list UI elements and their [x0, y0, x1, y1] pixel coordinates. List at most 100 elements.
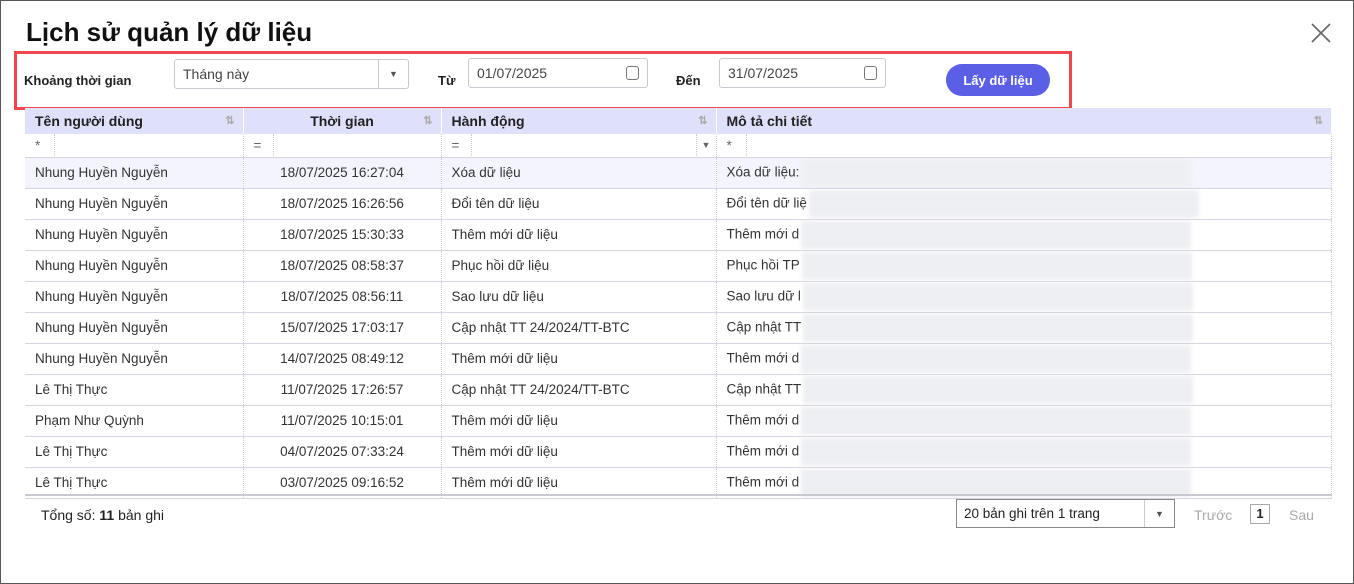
cell-description: Phục hồi TP	[716, 250, 1332, 282]
filter-input[interactable]	[747, 134, 1331, 156]
description-text: Thêm mới d	[726, 443, 800, 459]
chevron-down-icon[interactable]: ▼	[378, 60, 408, 88]
calendar-icon[interactable]	[626, 66, 639, 80]
history-table: Tên người dùng ⇅ Thời gian ⇅ Hành động ⇅ Mô…	[25, 108, 1332, 499]
cell-user: Nhung Huyền Nguyễn	[25, 281, 244, 313]
cell-time: 18/07/2025 15:30:33	[243, 219, 442, 251]
total-number: 11	[99, 507, 115, 523]
table-row[interactable]: Nhung Huyền Nguyễn 14/07/2025 08:49:12 T…	[25, 343, 1332, 375]
cell-description: Cập nhật TT	[716, 312, 1332, 344]
cell-action: Cập nhật TT 24/2024/TT-BTC	[441, 374, 717, 406]
description-text: Thêm mới d	[726, 226, 800, 242]
prev-page-button[interactable]: Trước	[1194, 507, 1232, 523]
cell-time: 18/07/2025 08:56:11	[243, 281, 442, 313]
filter-action[interactable]: = ▼	[441, 134, 717, 158]
cell-time: 18/07/2025 08:58:37	[243, 250, 442, 282]
table-row[interactable]: Nhung Huyền Nguyễn 18/07/2025 15:30:33 T…	[25, 219, 1332, 251]
table-row[interactable]: Lê Thị Thực 11/07/2025 17:26:57 Cập nhật…	[25, 374, 1332, 406]
description-text: Cập nhật TT	[726, 381, 802, 397]
cell-description: Cập nhật TT	[716, 374, 1332, 406]
from-label: Từ	[438, 73, 456, 88]
column-header-user[interactable]: Tên người dùng ⇅	[25, 108, 244, 134]
range-label: Khoảng thời gian	[24, 73, 132, 88]
table-row[interactable]: Phạm Như Quỳnh 11/07/2025 10:15:01 Thêm …	[25, 405, 1332, 437]
from-date-value: 01/07/2025	[477, 65, 548, 81]
cell-user: Nhung Huyền Nguyễn	[25, 157, 244, 189]
cell-action: Cập nhật TT 24/2024/TT-BTC	[441, 312, 717, 344]
cell-action: Thêm mới dữ liệu	[441, 436, 717, 468]
cell-action: Sao lưu dữ liệu	[441, 281, 717, 313]
filter-operator[interactable]: =	[244, 134, 274, 156]
cell-user: Phạm Như Quỳnh	[25, 405, 244, 437]
cell-time: 11/07/2025 17:26:57	[243, 374, 442, 406]
cell-user: Lê Thị Thực	[25, 436, 244, 468]
sort-icon[interactable]: ⇅	[423, 114, 432, 127]
cell-user: Nhung Huyền Nguyễn	[25, 219, 244, 251]
table-row[interactable]: Nhung Huyền Nguyễn 18/07/2025 16:27:04 X…	[25, 157, 1332, 189]
cell-time: 14/07/2025 08:49:12	[243, 343, 442, 375]
header-label: Tên người dùng	[35, 113, 143, 129]
cell-description: Thêm mới d	[716, 343, 1332, 375]
header-label: Hành động	[451, 113, 525, 129]
page-number-button[interactable]: 1	[1250, 504, 1270, 524]
table-row[interactable]: Lê Thị Thực 04/07/2025 07:33:24 Thêm mới…	[25, 436, 1332, 468]
cell-action: Xóa dữ liệu	[441, 157, 717, 189]
filter-input[interactable]	[55, 134, 242, 156]
total-count: Tổng số: 11 bản ghi	[41, 507, 164, 523]
close-icon[interactable]	[1309, 21, 1333, 45]
filter-description[interactable]: *	[716, 134, 1332, 158]
fetch-data-button[interactable]: Lấy dữ liệu	[946, 64, 1050, 96]
filter-user[interactable]: *	[25, 134, 244, 158]
filter-operator[interactable]: =	[442, 134, 472, 156]
cell-description: Thêm mới d	[716, 405, 1332, 437]
cell-description: Xóa dữ liệu:	[716, 157, 1332, 189]
column-header-description[interactable]: Mô tả chi tiết ⇅	[716, 108, 1332, 134]
next-page-button[interactable]: Sau	[1289, 507, 1314, 523]
cell-user: Nhung Huyền Nguyễn	[25, 188, 244, 220]
column-header-action[interactable]: Hành động ⇅	[441, 108, 717, 134]
range-select[interactable]: Tháng này ▼	[174, 59, 409, 89]
description-text: Đổi tên dữ liệ	[726, 195, 807, 211]
redacted-text	[803, 375, 1194, 404]
page-size-select[interactable]: 20 bản ghi trên 1 trang ▼	[956, 499, 1175, 528]
total-suffix: bản ghi	[118, 507, 165, 523]
description-text: Thêm mới d	[726, 350, 800, 366]
divider	[25, 494, 1332, 496]
page-size-value: 20 bản ghi trên 1 trang	[964, 506, 1100, 521]
column-header-time[interactable]: Thời gian ⇅	[243, 108, 442, 134]
total-prefix: Tổng số:	[41, 507, 96, 523]
cell-time: 18/07/2025 16:26:56	[243, 188, 442, 220]
calendar-icon[interactable]	[864, 66, 877, 80]
redacted-text	[801, 468, 1192, 497]
cell-description: Đổi tên dữ liệ	[716, 188, 1332, 220]
chevron-down-icon[interactable]: ▼	[1144, 500, 1174, 527]
cell-action: Thêm mới dữ liệu	[441, 405, 717, 437]
filter-input[interactable]	[274, 134, 441, 156]
cell-action: Thêm mới dữ liệu	[441, 219, 717, 251]
table-row[interactable]: Nhung Huyền Nguyễn 18/07/2025 16:26:56 Đ…	[25, 188, 1332, 220]
cell-action: Đổi tên dữ liệu	[441, 188, 717, 220]
cell-description: Thêm mới d	[716, 219, 1332, 251]
chevron-down-icon[interactable]: ▼	[695, 134, 716, 156]
description-text: Xóa dữ liệu:	[726, 164, 800, 180]
filter-time[interactable]: =	[243, 134, 442, 158]
sort-icon[interactable]: ⇅	[698, 114, 707, 127]
table-row[interactable]: Nhung Huyền Nguyễn 18/07/2025 08:56:11 S…	[25, 281, 1332, 313]
table-row[interactable]: Nhung Huyền Nguyễn 18/07/2025 08:58:37 P…	[25, 250, 1332, 282]
cell-time: 11/07/2025 10:15:01	[243, 405, 442, 437]
redacted-text	[801, 158, 1192, 187]
cell-time: 18/07/2025 16:27:04	[243, 157, 442, 189]
cell-user: Lê Thị Thực	[25, 374, 244, 406]
to-date-input[interactable]: 31/07/2025	[719, 58, 886, 88]
from-date-input[interactable]: 01/07/2025	[468, 58, 648, 88]
to-label: Đến	[676, 73, 701, 88]
redacted-text	[801, 344, 1192, 373]
table-row[interactable]: Nhung Huyền Nguyễn 15/07/2025 17:03:17 C…	[25, 312, 1332, 344]
filter-select[interactable]: ▼	[472, 134, 716, 156]
sort-icon[interactable]: ⇅	[225, 114, 234, 127]
filter-operator[interactable]: *	[717, 134, 747, 156]
filter-operator[interactable]: *	[25, 134, 55, 156]
sort-icon[interactable]: ⇅	[1314, 114, 1323, 127]
cell-description: Thêm mới d	[716, 436, 1332, 468]
redacted-text	[801, 220, 1192, 249]
